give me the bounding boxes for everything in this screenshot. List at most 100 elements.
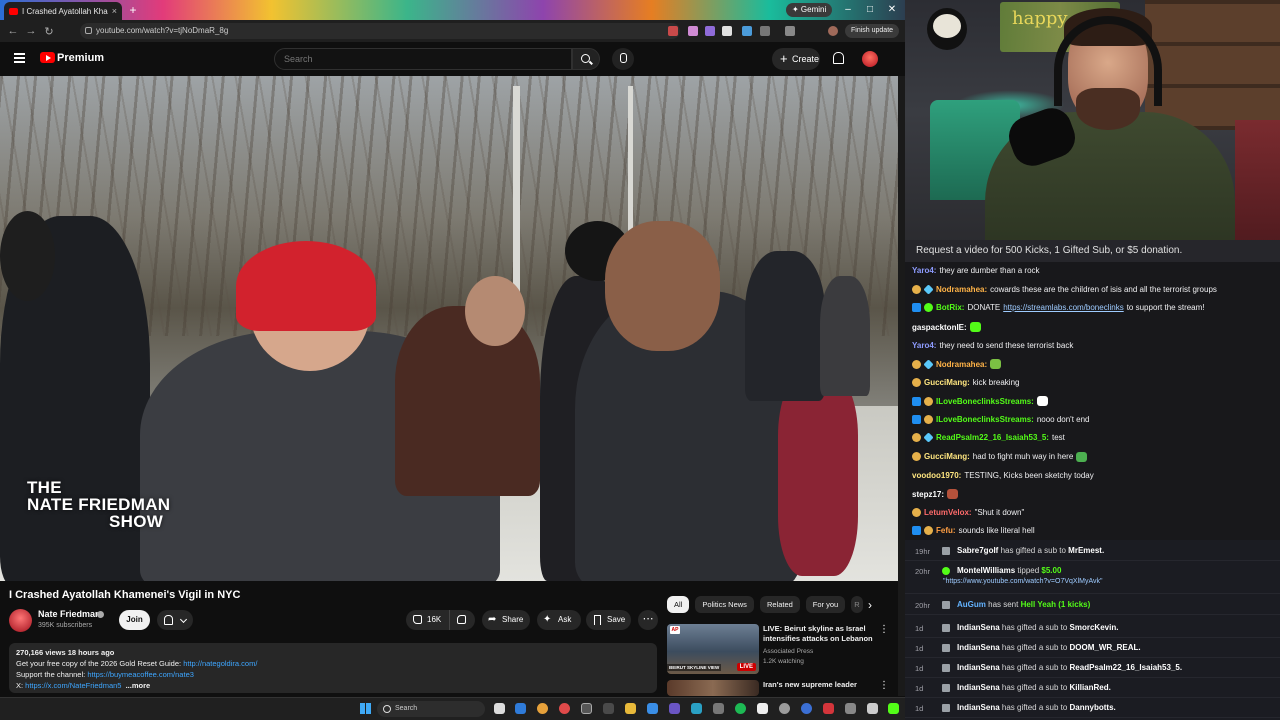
chip-for-you[interactable]: For you — [805, 596, 846, 613]
join-button[interactable]: Join — [119, 610, 150, 630]
notifications-bell-icon[interactable] — [833, 52, 844, 64]
youtube-premium-brand[interactable]: Premium — [57, 52, 104, 64]
app-icon[interactable] — [757, 703, 768, 714]
related-video-channel[interactable]: Associated Press — [763, 648, 813, 655]
event-username[interactable]: AuGum — [957, 600, 986, 609]
youtube-logo-icon[interactable] — [40, 52, 55, 63]
event-username[interactable]: IndianSena — [957, 683, 1000, 692]
new-tab-button[interactable]: + — [126, 3, 140, 17]
chat-username[interactable]: ILoveBoneclinksStreams: — [936, 415, 1034, 424]
show-more-link[interactable]: ...more — [126, 681, 151, 690]
event-username[interactable]: IndianSena — [957, 663, 1000, 672]
chips-next-chevron-icon[interactable]: › — [868, 598, 872, 612]
event-username[interactable]: IndianSena — [957, 623, 1000, 632]
chat-username[interactable]: BotRix: — [936, 303, 964, 312]
related-video-title[interactable]: Iran's new supreme leader — [763, 680, 875, 690]
app-icon[interactable] — [801, 703, 812, 714]
chat-username[interactable]: LetumVelox: — [924, 508, 972, 517]
finish-update-button[interactable]: Finish update — [845, 24, 900, 38]
settings-gear-icon[interactable] — [779, 703, 790, 714]
app-icon[interactable] — [669, 703, 680, 714]
like-button[interactable]: 16K — [406, 610, 449, 630]
app-icon[interactable] — [691, 703, 702, 714]
subscription-notification-button[interactable] — [157, 610, 193, 630]
related-video-menu-icon[interactable]: ⋮ — [879, 624, 889, 635]
event-link[interactable]: "https://www.youtube.com/watch?v=O7VqXlM… — [943, 578, 1103, 585]
chat-username[interactable]: GucciMang: — [924, 452, 970, 461]
reload-button[interactable]: ↻ — [40, 25, 58, 38]
gemini-button[interactable]: ✦ Gemini — [786, 3, 833, 17]
site-info-icon[interactable] — [85, 27, 92, 34]
related-video[interactable]: Iran's new supreme leader ⋮ — [667, 680, 897, 696]
chat-username[interactable]: Yaro4: — [912, 341, 936, 350]
ask-button[interactable]: ✦ Ask — [537, 610, 581, 630]
kick-app-icon[interactable] — [888, 703, 899, 714]
search-button[interactable] — [572, 48, 600, 70]
chat-username[interactable]: Nodramahea: — [936, 360, 987, 369]
edge-icon[interactable] — [515, 703, 526, 714]
app-icon[interactable] — [647, 703, 658, 714]
menu-icon[interactable] — [14, 53, 25, 63]
extension-icon[interactable] — [722, 26, 732, 36]
description-link[interactable]: https://buymeacoffee.com/nate3 — [87, 670, 194, 679]
event-username[interactable]: IndianSena — [957, 703, 1000, 712]
maximize-window-button[interactable]: □ — [860, 2, 880, 18]
more-actions-button[interactable]: ⋯ — [638, 610, 658, 630]
url-field[interactable]: youtube.com/watch?v=tjNoDmaR_8g — [80, 23, 680, 39]
chat-username[interactable]: Nodramahea: — [936, 285, 987, 294]
forward-button[interactable]: → — [22, 25, 40, 37]
chat-username[interactable]: stepz17: — [912, 490, 944, 499]
close-tab-icon[interactable]: × — [112, 6, 117, 16]
app-icon[interactable] — [823, 703, 834, 714]
share-button[interactable]: ➦ Share — [482, 610, 530, 630]
voice-search-mic-icon[interactable] — [612, 48, 634, 70]
chat-username[interactable]: voodoo1970: — [912, 471, 961, 480]
chat-username[interactable]: GucciMang: — [924, 378, 970, 387]
back-button[interactable]: ← — [4, 25, 22, 37]
page-scrollbar[interactable] — [898, 76, 905, 696]
close-window-button[interactable]: ✕ — [882, 2, 902, 18]
extension-icon[interactable] — [705, 26, 715, 36]
event-username[interactable]: IndianSena — [957, 643, 1000, 652]
description-link[interactable]: https://x.com/NateFriedman5 — [25, 681, 121, 690]
chat-username[interactable]: ReadPsalm22_16_Isaiah53_5: — [936, 433, 1049, 442]
chat-username[interactable]: gaspacktonIE: — [912, 323, 967, 332]
chip-politics-news[interactable]: Politics News — [695, 596, 754, 613]
app-icon[interactable] — [867, 703, 878, 714]
search-input[interactable] — [274, 48, 572, 70]
chat-username[interactable]: Yaro4: — [912, 266, 936, 275]
spotify-icon[interactable] — [735, 703, 746, 714]
chip-related[interactable]: Related — [759, 596, 800, 613]
event-username[interactable]: Sabre7golf — [957, 546, 998, 555]
obs-icon[interactable] — [581, 703, 592, 714]
app-icon[interactable] — [713, 703, 724, 714]
related-video-thumbnail[interactable] — [667, 680, 759, 696]
app-icon[interactable] — [603, 703, 614, 714]
related-video-menu-icon[interactable]: ⋮ — [879, 680, 889, 691]
extension-icon[interactable] — [742, 26, 752, 36]
related-video[interactable]: AP BEIRUT SKYLINE VIEW LIVE LIVE: Beirut… — [667, 624, 897, 676]
video-description[interactable]: 270,166 views 18 hours ago Get your free… — [9, 643, 657, 693]
windows-start-icon[interactable] — [360, 703, 371, 714]
task-view-icon[interactable] — [494, 703, 505, 714]
minimize-window-button[interactable]: – — [838, 2, 858, 18]
related-video-thumbnail[interactable]: AP BEIRUT SKYLINE VIEW LIVE — [667, 624, 759, 674]
chat-username[interactable]: ILoveBoneclinksStreams: — [936, 397, 1034, 406]
save-button[interactable]: Save — [586, 610, 631, 630]
file-explorer-icon[interactable] — [625, 703, 636, 714]
chip-overflow[interactable]: R — [851, 596, 863, 613]
dislike-button[interactable] — [449, 610, 475, 630]
account-avatar[interactable] — [862, 51, 878, 67]
extension-icon[interactable] — [668, 26, 678, 36]
app-icon[interactable] — [845, 703, 856, 714]
extensions-puzzle-icon[interactable] — [760, 26, 770, 36]
description-link[interactable]: http://nategoldira.com/ — [183, 659, 257, 668]
browser-app-icon[interactable] — [559, 703, 570, 714]
taskbar-search[interactable]: Search — [377, 701, 485, 717]
profile-avatar-icon[interactable] — [828, 26, 838, 36]
event-username[interactable]: MontelWilliams — [957, 566, 1015, 575]
create-button[interactable]: Create — [772, 48, 820, 70]
browser-tab-youtube[interactable]: I Crashed Ayatollah Khame × — [4, 2, 122, 20]
sidebar-icon[interactable] — [785, 26, 795, 36]
chip-all[interactable]: All — [667, 596, 690, 613]
